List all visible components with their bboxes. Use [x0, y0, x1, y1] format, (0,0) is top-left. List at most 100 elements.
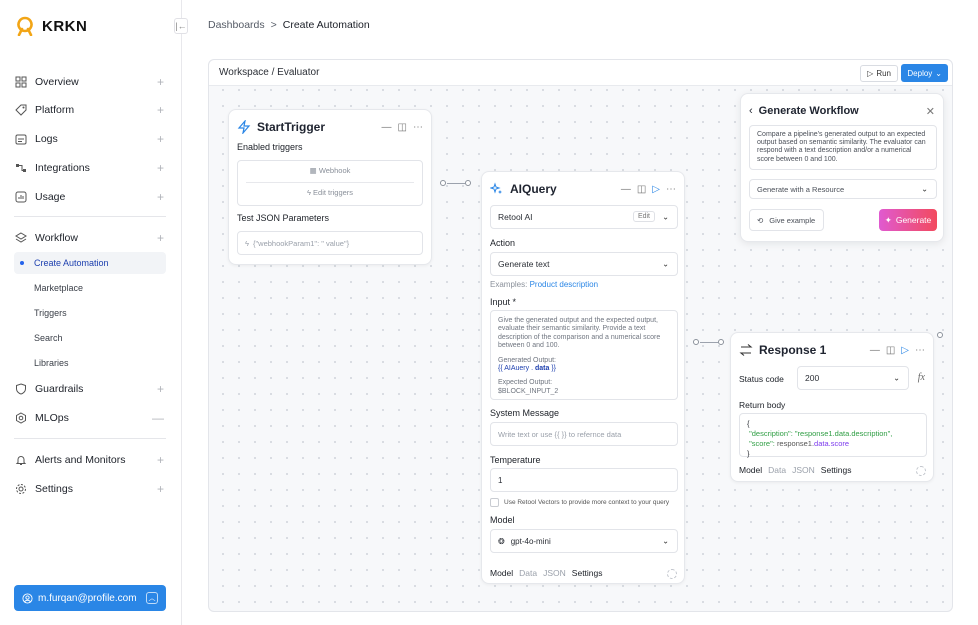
logo[interactable]: KRKN	[16, 16, 87, 36]
status-code-label: Status code	[739, 374, 784, 384]
plus-icon[interactable]: +	[157, 132, 164, 146]
play-icon[interactable]: ▷	[901, 345, 909, 356]
input-textarea[interactable]: Give the generated output and the expect…	[490, 310, 678, 400]
user-account-button[interactable]: m.furqan@profile.com ︿	[14, 585, 166, 611]
sidebar-item-usage[interactable]: Usage +	[14, 185, 166, 209]
panel-icon[interactable]: ◫	[637, 184, 646, 195]
examples-link[interactable]: Product description	[530, 280, 598, 289]
sidebar-item-guardrails[interactable]: Guardrails +	[14, 377, 166, 401]
close-icon[interactable]: ✕	[926, 105, 935, 118]
edit-triggers-button[interactable]: ϟ Edit triggers	[238, 188, 422, 197]
connector-line	[700, 342, 718, 343]
sidebar-item-settings[interactable]: Settings +	[14, 477, 166, 501]
tab-model[interactable]: Model	[490, 568, 513, 578]
json-params-input[interactable]: ϟ {"webhookParam1": " value"}	[237, 231, 423, 255]
edit-resource-button[interactable]: Edit	[632, 211, 655, 222]
sidebar-sub-triggers[interactable]: Triggers	[14, 302, 166, 324]
resource-select[interactable]: Retool AI Edit ⌄	[490, 205, 678, 229]
sidebar-item-integrations[interactable]: Integrations +	[14, 156, 166, 180]
connector-port[interactable]	[718, 339, 724, 345]
return-body-editor[interactable]: { "description": "response1.data.descrip…	[739, 413, 927, 458]
connector-port[interactable]	[440, 180, 446, 186]
plus-icon[interactable]: +	[157, 453, 164, 467]
sidebar-item-platform[interactable]: Platform +	[14, 98, 166, 122]
plus-icon[interactable]: +	[157, 190, 164, 204]
sidebar-item-label: Overview	[35, 76, 79, 88]
tab-data[interactable]: Data	[768, 465, 786, 475]
minimize-icon[interactable]: —	[870, 345, 880, 356]
temperature-input[interactable]: 1	[490, 468, 678, 492]
generate-button[interactable]: ✦ Generate	[879, 209, 937, 231]
status-code-value: 200	[805, 373, 820, 383]
user-icon	[22, 592, 33, 604]
breadcrumb-parent[interactable]: Dashboards	[208, 19, 265, 31]
give-example-button[interactable]: ⟲ Give example	[749, 209, 824, 231]
panel-icon[interactable]: ◫	[886, 345, 895, 356]
model-label: Model	[490, 515, 515, 525]
chevron-up-icon[interactable]: ︿	[146, 592, 158, 604]
tab-settings[interactable]: Settings	[821, 465, 852, 475]
panel-icon[interactable]: ◫	[398, 122, 407, 133]
sidebar-item-workflow[interactable]: Workflow +	[14, 226, 166, 250]
fx-icon[interactable]: fx	[918, 372, 925, 383]
start-trigger-card[interactable]: StartTrigger — ◫ ⋯ Enabled triggers ▦ We…	[228, 109, 432, 265]
temperature-label: Temperature	[490, 455, 541, 465]
sidebar-sub-create-automation[interactable]: Create Automation	[14, 252, 166, 274]
more-icon[interactable]: ⋯	[915, 345, 925, 356]
webhook-label: Webhook	[318, 166, 351, 175]
tab-json[interactable]: JSON	[543, 568, 566, 578]
chevron-down-icon: ⌄	[662, 536, 669, 546]
deploy-button[interactable]: Deploy ⌄	[901, 64, 948, 82]
sidebar-item-alerts[interactable]: Alerts and Monitors +	[14, 448, 166, 472]
tab-settings[interactable]: Settings	[572, 568, 603, 578]
tab-json[interactable]: JSON	[792, 465, 815, 475]
sidebar-sub-libraries[interactable]: Libraries	[14, 352, 166, 374]
minimize-icon[interactable]: —	[382, 122, 392, 133]
more-icon[interactable]: ⋯	[413, 122, 423, 133]
description-textarea[interactable]: Compare a pipeline's generated output to…	[749, 125, 937, 170]
workflow-canvas[interactable]: Workspace / Evaluator ▷ Run Deploy ⌄ Sta…	[208, 59, 953, 612]
resource-select[interactable]: Generate with a Resource ⌄	[749, 179, 937, 199]
more-icon[interactable]: ⋯	[666, 184, 676, 195]
connector-port[interactable]	[465, 180, 471, 186]
connector-port[interactable]	[693, 339, 699, 345]
play-icon[interactable]: ▷	[652, 184, 660, 195]
plus-icon[interactable]: +	[157, 382, 164, 396]
generate-workflow-panel[interactable]: ‹ Generate Workflow ✕ Compare a pipeline…	[740, 93, 944, 242]
generated-output-value: {{ AIAuery . data }}	[498, 365, 670, 373]
tab-data[interactable]: Data	[519, 568, 537, 578]
chevron-down-icon: ⌄	[662, 212, 669, 222]
plus-icon[interactable]: +	[157, 103, 164, 117]
response-card[interactable]: Response 1 — ◫ ▷ ⋯ Status code 200 ⌄ fx …	[730, 332, 934, 482]
collapse-left-icon[interactable]: |←	[174, 18, 188, 34]
tab-model[interactable]: Model	[739, 465, 762, 475]
plus-icon[interactable]: +	[157, 75, 164, 89]
plus-icon[interactable]: +	[157, 231, 164, 245]
model-select[interactable]: ❂ gpt-4o-mini ⌄	[490, 529, 678, 553]
connector-port[interactable]	[937, 332, 943, 338]
system-message-input[interactable]: Write text or use {{ }} to refernce data	[490, 422, 678, 446]
plus-icon[interactable]: +	[157, 161, 164, 175]
sidebar-item-overview[interactable]: Overview +	[14, 70, 166, 94]
ai-query-card[interactable]: AIQuery — ◫ ▷ ⋯ Retool AI Edit ⌄ Action …	[481, 171, 685, 584]
sidebar-item-label: Integrations	[35, 162, 90, 174]
resource-select-value: Generate with a Resource	[757, 184, 845, 194]
triggers-box: ▦ Webhook ϟ Edit triggers	[237, 160, 423, 206]
give-example-label: Give example	[769, 215, 816, 225]
sidebar-sub-search[interactable]: Search	[14, 327, 166, 349]
vectors-checkbox[interactable]	[490, 498, 499, 507]
shield-icon	[14, 382, 28, 396]
status-code-select[interactable]: 200 ⌄	[797, 366, 909, 390]
sidebar-item-logs[interactable]: Logs +	[14, 127, 166, 151]
run-button[interactable]: ▷ Run	[860, 65, 898, 82]
logo-icon	[17, 16, 33, 36]
plus-icon[interactable]: +	[157, 482, 164, 496]
sidebar-sub-marketplace[interactable]: Marketplace	[14, 277, 166, 299]
minus-icon[interactable]: —	[152, 411, 164, 425]
canvas-toolbar: Workspace / Evaluator ▷ Run Deploy ⌄	[209, 60, 952, 86]
system-message-label: System Message	[490, 408, 560, 418]
minimize-icon[interactable]: —	[621, 184, 631, 195]
sidebar-item-mlops[interactable]: MLOps —	[14, 406, 166, 430]
back-icon[interactable]: ‹	[749, 105, 753, 117]
action-select[interactable]: Generate text ⌄	[490, 252, 678, 276]
